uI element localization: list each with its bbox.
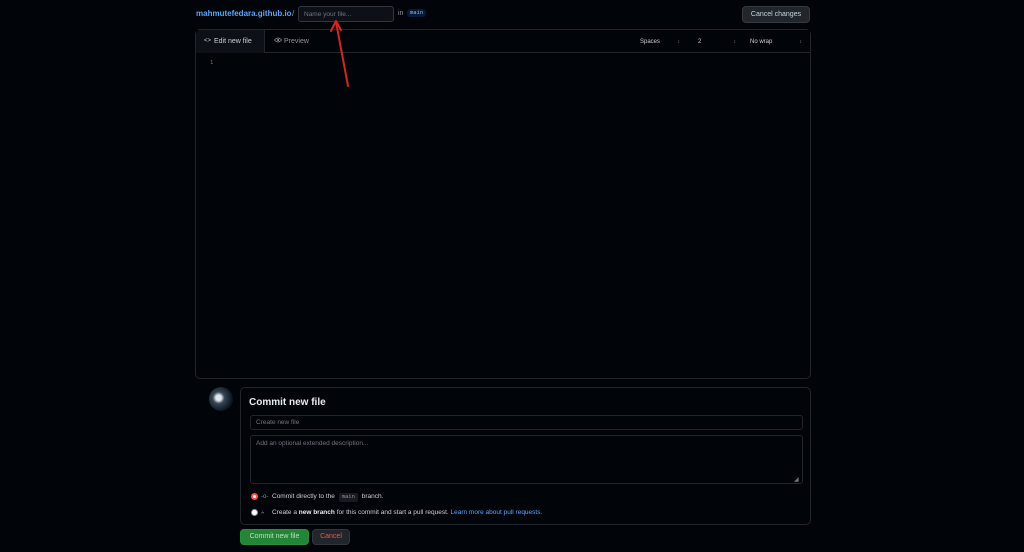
tab-label: Edit new file <box>214 38 252 45</box>
wrap-mode-value: No wrap <box>750 39 773 45</box>
commit-title: Commit new file <box>249 397 326 408</box>
learn-more-link[interactable]: Learn more about pull requests. <box>451 509 543 516</box>
eye-icon <box>274 30 284 53</box>
in-label: in <box>398 10 404 17</box>
git-pull-request-icon: ⑃ <box>261 510 265 516</box>
indent-size-select[interactable]: 2 ↕ <box>694 36 740 48</box>
repo-link[interactable]: mahmutefedara.github.io <box>196 9 292 18</box>
avatar <box>209 387 233 411</box>
commit-message-input[interactable] <box>250 415 803 430</box>
select-arrows-icon: ↕ <box>733 39 737 45</box>
commit-new-file-button[interactable]: Commit new file <box>240 529 309 545</box>
file-header: mahmutefedara.github.io / in main Cancel… <box>0 0 1024 28</box>
option-text: branch. <box>361 493 384 500</box>
line-number: 1 <box>210 60 214 66</box>
tab-preview[interactable]: Preview <box>274 30 309 53</box>
option-text: for this commit and start a pull request… <box>336 509 449 516</box>
branch-badge: main <box>407 9 427 17</box>
indent-mode-select[interactable]: Spaces ↕ <box>636 36 684 48</box>
commit-description-input[interactable] <box>250 435 803 484</box>
cancel-changes-button[interactable]: Cancel changes <box>742 6 810 23</box>
filename-input[interactable] <box>298 6 394 22</box>
wrap-mode-select[interactable]: No wrap ↕ <box>746 36 806 48</box>
new-branch-radio[interactable] <box>251 509 258 516</box>
code-input-area[interactable] <box>224 56 810 378</box>
commit-panel: Commit new file ◢ -o- Commit directly to… <box>240 387 811 525</box>
resize-grip-icon[interactable]: ◢ <box>794 476 799 483</box>
tab-label: Preview <box>284 38 309 45</box>
commit-direct-radio[interactable] <box>251 493 258 500</box>
branch-badge: main <box>338 493 358 502</box>
editor-tabs: <> Edit new file Preview Spaces ↕ 2 ↕ No … <box>196 30 810 53</box>
path-separator: / <box>292 9 295 18</box>
option-text: Commit directly to the <box>272 493 335 500</box>
code-icon: <> <box>204 38 212 44</box>
select-arrows-icon: ↕ <box>799 39 803 45</box>
option-text: Create a <box>272 509 297 516</box>
indent-size-value: 2 <box>698 39 702 45</box>
cancel-button[interactable]: Cancel <box>312 529 350 545</box>
tab-edit-new-file[interactable]: <> Edit new file <box>196 30 265 53</box>
git-commit-icon: -o- <box>261 494 269 500</box>
indent-mode-value: Spaces <box>640 39 661 45</box>
code-editor: <> Edit new file Preview Spaces ↕ 2 ↕ No … <box>195 29 811 379</box>
option-text-bold: new branch <box>298 509 335 516</box>
select-arrows-icon: ↕ <box>677 39 681 45</box>
